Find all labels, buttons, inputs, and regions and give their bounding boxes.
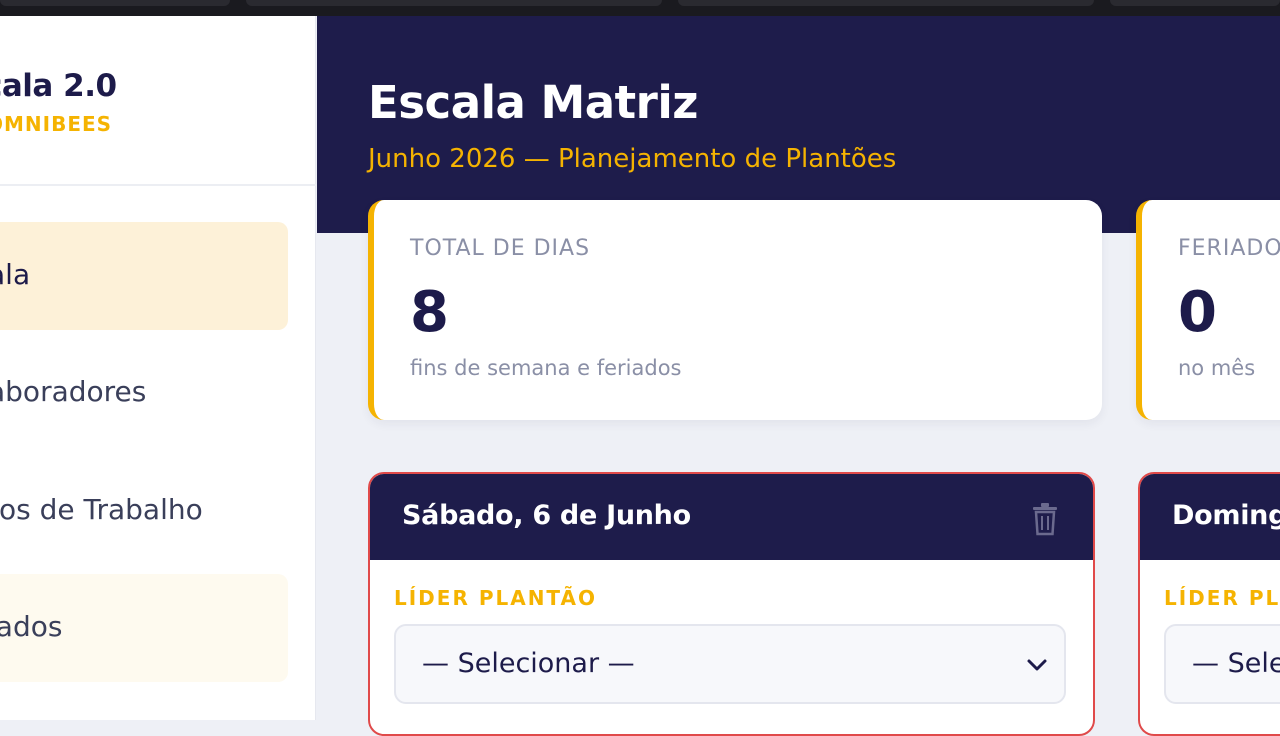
sidebar-item-label: ala [0,258,31,291]
browser-tab-strip [0,0,1280,16]
chevron-down-icon [1027,659,1047,671]
sidebar-item-colaboradores[interactable]: aboradores [0,339,288,447]
trash-icon[interactable] [1031,502,1059,536]
stat-value: 0 [1178,280,1217,345]
select-value: — Selecionar — [422,648,635,679]
stat-note: fins de semana e feriados [410,356,682,380]
sidebar-item-label: aboradores [0,375,147,408]
role-label: LÍDER PLANTÃO [394,586,598,610]
stat-value: 8 [410,280,449,345]
role-label: LÍDER PLA [1164,586,1280,610]
main-content: Escala Matriz Junho 2026 — Planejamento … [317,16,1280,736]
stat-card-feriados: FERIADO 0 no mês [1136,200,1280,420]
browser-tab[interactable] [1110,0,1280,6]
lider-plantao-select[interactable]: — Sele [1164,624,1280,704]
lider-plantao-select[interactable]: — Selecionar — [394,624,1066,704]
browser-tab[interactable] [0,0,230,6]
sidebar: cala 2.0 OMNIBEES ala aboradores tos de … [0,16,316,720]
stat-label: FERIADO [1178,236,1280,261]
select-value: — Sele [1192,648,1280,679]
sidebar-item-label: iados [0,610,63,643]
stat-note: no mês [1178,356,1256,380]
day-card: Doming LÍDER PLA — Sele [1138,472,1280,736]
day-title: Sábado, 6 de Junho [402,500,691,531]
page-subtitle: Junho 2026 — Planejamento de Plantões [368,144,897,174]
day-card: Sábado, 6 de Junho LÍDER PLANTÃO — Selec… [368,472,1095,736]
sidebar-item-label: tos de Trabalho [0,493,203,526]
stat-label: TOTAL DE DIAS [410,236,591,261]
browser-tab[interactable] [246,0,662,6]
brand-subtitle: OMNIBEES [0,112,113,136]
day-card-header: Sábado, 6 de Junho [370,474,1093,560]
browser-tab[interactable] [678,0,1094,6]
sidebar-item-feriados[interactable]: iados [0,574,288,682]
sidebar-item-escala[interactable]: ala [0,222,288,330]
sidebar-item-postos-de-trabalho[interactable]: tos de Trabalho [0,457,288,565]
page-title: Escala Matriz [368,76,699,129]
day-card-header: Doming [1140,474,1280,560]
brand-title: cala 2.0 [0,68,117,104]
stat-card-total-dias: TOTAL DE DIAS 8 fins de semana e feriado… [368,200,1102,420]
day-title: Doming [1172,500,1280,531]
brand: cala 2.0 OMNIBEES [0,16,316,186]
